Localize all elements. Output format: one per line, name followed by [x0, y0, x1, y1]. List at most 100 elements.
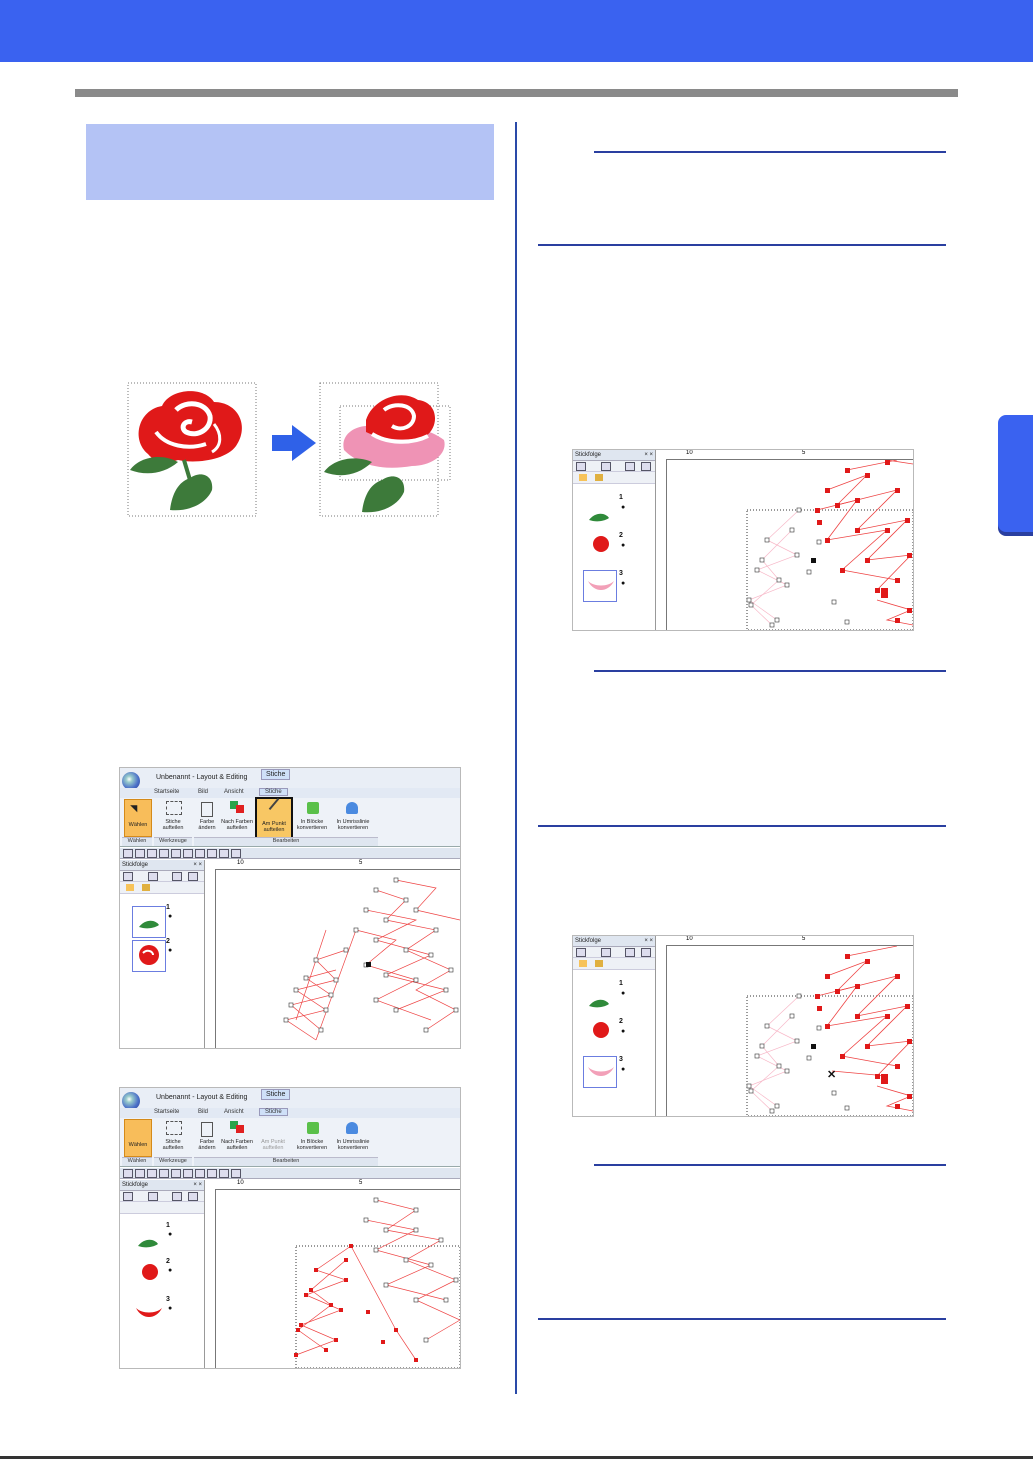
change-color-button[interactable]: Farbe ändern: [196, 1119, 218, 1155]
panel-title: Stickfolge × ×: [120, 1180, 204, 1191]
panel-toolbar: [573, 947, 655, 958]
split-cursor-mark: ✕: [827, 1069, 837, 1081]
ribbon: Wählen Stiche aufteilen Farbe ändern Nac…: [120, 797, 460, 847]
stitch-order-panel: Stickfolge × × 1 ● 2 ● 3 ●: [120, 1180, 205, 1368]
tab-ansicht[interactable]: Ansicht: [224, 1109, 244, 1115]
select-label: Wählen: [128, 1142, 148, 1148]
group-label-tools: Werkzeuge: [154, 1157, 192, 1166]
tab-stiche[interactable]: Stiche: [259, 1108, 288, 1116]
split-at-point-label-2: aufteilen: [263, 827, 285, 833]
panel-toolbar: [120, 871, 204, 882]
stitch-order-panel: Stickfolge × × 1 ● 2 ●: [120, 860, 205, 1048]
tab-startseite[interactable]: Startseite: [154, 789, 179, 795]
group-label-edit: Bearbeiten: [194, 1157, 378, 1166]
context-tab-label: Stiche: [261, 769, 291, 780]
design-canvas[interactable]: [667, 459, 913, 630]
tab-stiche[interactable]: Stiche: [259, 788, 288, 796]
stitch-item-1[interactable]: [132, 906, 166, 938]
item-number-1: 1: [166, 1222, 170, 1229]
eye-icon[interactable]: ●: [621, 990, 625, 997]
split-stitches-label-2: aufteilen: [162, 825, 184, 831]
convert-to-outline-button[interactable]: In Umrisslinie konvertieren: [332, 799, 374, 835]
split-by-color-button[interactable]: Nach Farben aufteilen: [220, 1119, 254, 1155]
convert-to-blocks-label-2: konvertieren: [296, 1145, 328, 1151]
note-rule: [594, 670, 946, 672]
design-canvas[interactable]: [216, 870, 460, 1048]
panel-title: Stickfolge × ×: [573, 450, 655, 461]
item-number-3: 3: [619, 570, 623, 577]
eye-icon[interactable]: ●: [621, 542, 625, 549]
split-at-point-label-2: aufteilen: [262, 1145, 284, 1151]
item-number-1: 1: [619, 980, 623, 987]
convert-to-blocks-button[interactable]: In Blöcke konvertieren: [295, 1119, 329, 1155]
stitch-item-2[interactable]: [583, 1018, 615, 1048]
eye-icon[interactable]: ●: [168, 913, 172, 920]
software-screenshot-pink-part-created: Stickfolge × × 1 ● 2 ● 3 ● 10 5: [572, 449, 914, 631]
tab-ansicht[interactable]: Ansicht: [224, 789, 244, 795]
stitch-item-2[interactable]: [132, 940, 166, 972]
design-canvas[interactable]: ✕: [667, 945, 913, 1116]
ruler-vertical: [206, 870, 216, 1048]
stitch-item-3[interactable]: [583, 570, 617, 602]
convert-to-outline-button[interactable]: In Umrisslinie konvertieren: [332, 1119, 374, 1155]
step-rule: [538, 825, 946, 827]
item-number-2: 2: [619, 1018, 623, 1025]
tab-bild[interactable]: Bild: [198, 1109, 208, 1115]
split-stitches-button[interactable]: Stiche aufteilen: [158, 1119, 188, 1155]
group-label-tools: Werkzeuge: [154, 837, 192, 846]
stitch-item-2[interactable]: [583, 532, 615, 562]
select-button[interactable]: Wählen: [124, 799, 152, 837]
note-rule: [594, 151, 946, 153]
stitch-item-3[interactable]: [583, 1056, 617, 1088]
eye-icon[interactable]: ●: [168, 1267, 172, 1274]
item-number-2: 2: [619, 532, 623, 539]
stitch-item-3[interactable]: [132, 1298, 164, 1328]
convert-to-blocks-button[interactable]: In Blöcke konvertieren: [295, 799, 329, 835]
ruler-horizontal: 10 5: [666, 450, 913, 460]
rose-red-image: [130, 391, 242, 511]
eye-icon[interactable]: ●: [621, 1028, 625, 1035]
software-screenshot-split-at-point: Unbenannt - Layout & Editing Stiche Star…: [119, 767, 461, 1049]
split-at-point-button[interactable]: Am Punkt aufteilen: [255, 797, 293, 839]
item-number-2: 2: [166, 1258, 170, 1265]
change-color-label-2: ändern: [198, 825, 216, 831]
tab-startseite[interactable]: Startseite: [154, 1109, 179, 1115]
panel-toolbar-2: [120, 1202, 204, 1214]
eye-icon[interactable]: ●: [168, 1231, 172, 1238]
item-number-3: 3: [619, 1056, 623, 1063]
select-label: Wählen: [128, 822, 148, 828]
eye-icon[interactable]: ●: [168, 947, 172, 954]
title-bar: Unbenannt - Layout & Editing Stiche: [120, 1088, 460, 1110]
change-color-button[interactable]: Farbe ändern: [196, 799, 218, 835]
panel-title: Stickfolge × ×: [573, 936, 655, 947]
split-stitches-button[interactable]: Stiche aufteilen: [158, 799, 188, 835]
eye-icon[interactable]: ●: [621, 504, 625, 511]
ribbon: Wählen Stiche aufteilen Farbe ändern Nac…: [120, 1118, 460, 1167]
group-label-edit: Bearbeiten: [194, 837, 378, 846]
stitch-item-2[interactable]: [132, 1260, 164, 1290]
panel-title: Stickfolge × ×: [120, 860, 204, 871]
stitch-item-1[interactable]: [583, 986, 615, 1016]
tab-row: Startseite Bild Ansicht Stiche: [120, 1108, 460, 1118]
tab-bild[interactable]: Bild: [198, 789, 208, 795]
step-rule: [538, 1318, 946, 1320]
group-label-select: Wählen: [122, 837, 152, 846]
page-header-bar: [0, 0, 1033, 62]
split-at-point-button[interactable]: Am Punkt aufteilen: [256, 1119, 290, 1155]
eye-icon[interactable]: ●: [621, 1066, 625, 1073]
panel-toolbar: [120, 1191, 204, 1202]
title-bar: Unbenannt - Layout & Editing Stiche: [120, 768, 460, 790]
ruler-horizontal: 10 5: [215, 860, 460, 870]
convert-to-outline-label-2: konvertieren: [337, 825, 369, 831]
split-by-color-button[interactable]: Nach Farben aufteilen: [220, 799, 254, 835]
eye-icon[interactable]: ●: [168, 1305, 172, 1312]
select-button[interactable]: Wählen: [124, 1119, 152, 1157]
stitch-item-1[interactable]: [583, 500, 615, 530]
stitch-item-1[interactable]: [132, 1226, 164, 1256]
design-canvas[interactable]: [216, 1190, 460, 1368]
stitch-order-panel: Stickfolge × × 1 ● 2 ● 3 ●: [573, 936, 656, 1116]
eye-icon[interactable]: ●: [621, 580, 625, 587]
ruler-vertical: [657, 460, 667, 630]
panel-toolbar-2: [573, 958, 655, 970]
split-by-color-label-2: aufteilen: [226, 825, 248, 831]
